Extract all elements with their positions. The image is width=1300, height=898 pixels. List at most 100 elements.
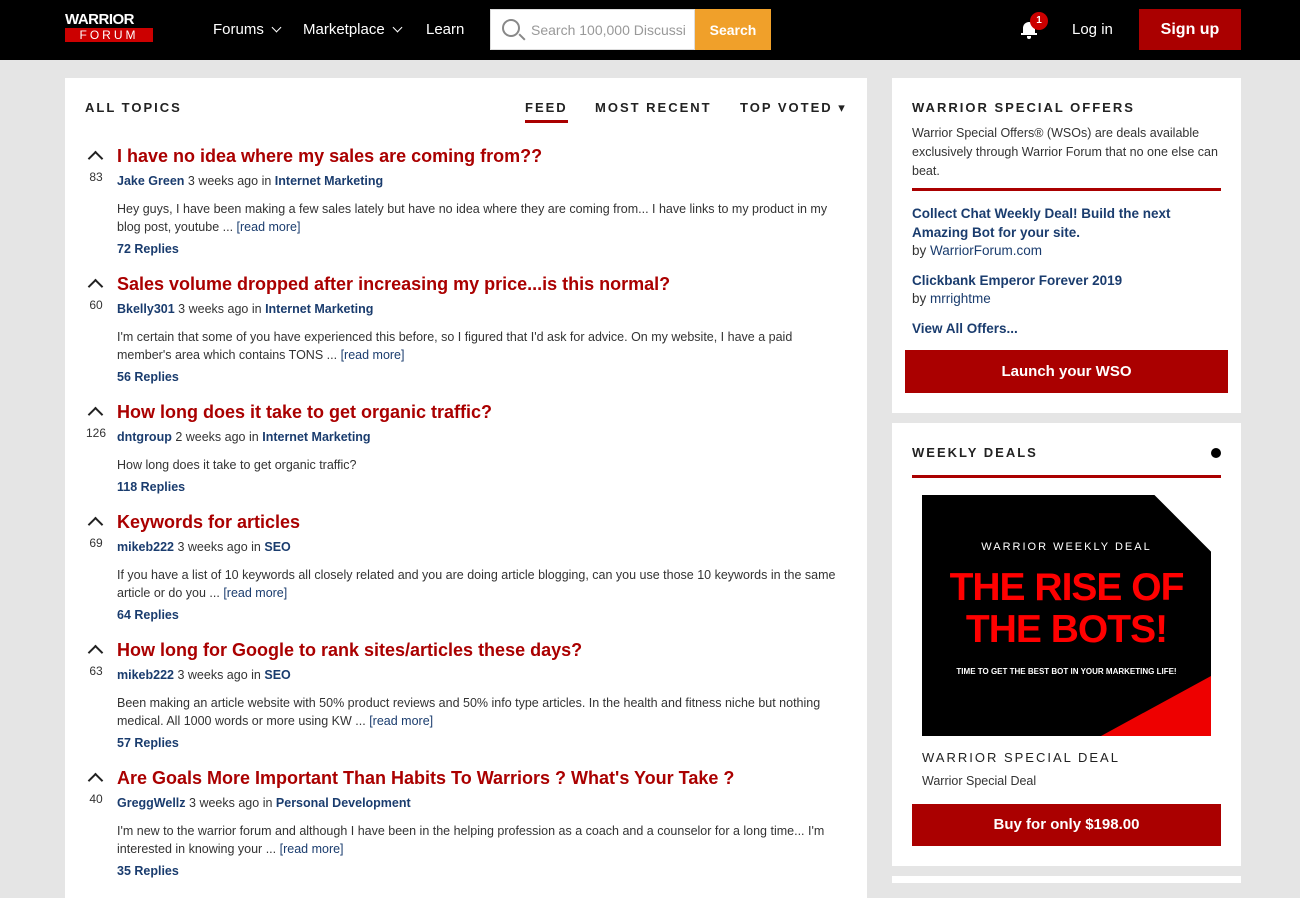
logo-top-text: WARRIOR bbox=[65, 11, 135, 28]
topic-meta: Jake Green 3 weeks ago in Internet Marke… bbox=[117, 174, 383, 188]
upvote-icon[interactable] bbox=[87, 278, 104, 295]
upvote-icon[interactable] bbox=[87, 516, 104, 533]
in-label: in bbox=[251, 668, 261, 682]
topic-title[interactable]: Sales volume dropped after increasing my… bbox=[117, 274, 670, 295]
read-more-link[interactable]: [read more] bbox=[280, 842, 344, 856]
post-time: 3 weeks ago bbox=[177, 540, 248, 554]
in-label: in bbox=[262, 796, 273, 810]
topic-item: 63 How long for Google to rank sites/art… bbox=[65, 640, 867, 768]
carousel-dot-icon[interactable] bbox=[1211, 448, 1221, 458]
category-link[interactable]: Personal Development bbox=[276, 796, 411, 810]
nav-learn[interactable]: Learn bbox=[426, 0, 464, 60]
upvote-icon[interactable] bbox=[87, 772, 104, 789]
signup-button[interactable]: Sign up bbox=[1139, 9, 1241, 50]
deal-name: Warrior Special Deal bbox=[922, 774, 1037, 788]
post-time: 3 weeks ago bbox=[189, 796, 260, 810]
seller-link[interactable]: WarriorForum.com bbox=[930, 243, 1042, 258]
offer-link[interactable]: Clickbank Emperor Forever 2019 bbox=[912, 271, 1212, 290]
topic-title[interactable]: Keywords for articles bbox=[117, 512, 300, 533]
topics-panel: ALL TOPICS FEED MOST RECENT TOP VOTED ▾ … bbox=[65, 78, 867, 898]
upvote-icon[interactable] bbox=[87, 644, 104, 661]
replies-link[interactable]: 72 Replies bbox=[117, 242, 179, 256]
chevron-down-icon bbox=[392, 22, 403, 33]
search-button[interactable]: Search bbox=[695, 9, 771, 50]
category-link[interactable]: SEO bbox=[264, 540, 290, 554]
nav-marketplace[interactable]: Marketplace bbox=[303, 0, 403, 60]
seller-link[interactable]: mrrightme bbox=[930, 291, 991, 306]
topic-meta: Bkelly301 3 weeks ago in Internet Market… bbox=[117, 302, 373, 316]
offer-byline: by WarriorForum.com bbox=[912, 243, 1042, 258]
excerpt-text: How long does it take to get organic tra… bbox=[117, 458, 357, 472]
topic-title[interactable]: How long for Google to rank sites/articl… bbox=[117, 640, 582, 661]
read-more-link[interactable]: [read more] bbox=[223, 586, 287, 600]
replies-link[interactable]: 57 Replies bbox=[117, 736, 179, 750]
author-link[interactable]: GreggWellz bbox=[117, 796, 186, 810]
read-more-link[interactable]: [read more] bbox=[369, 714, 433, 728]
topic-meta: mikeb222 3 weeks ago in SEO bbox=[117, 540, 291, 554]
image-headline: THE RISE OF THE BOTS! bbox=[949, 566, 1185, 651]
view-all-offers-link[interactable]: View All Offers... bbox=[912, 319, 1212, 338]
topic-excerpt: I'm certain that some of you have experi… bbox=[117, 328, 847, 364]
topic-item: 69 Keywords for articles mikeb222 3 week… bbox=[65, 512, 867, 640]
author-link[interactable]: dntgroup bbox=[117, 430, 172, 444]
excerpt-text: I'm new to the warrior forum and althoug… bbox=[117, 824, 825, 856]
post-time: 2 weeks ago bbox=[175, 430, 246, 444]
tab-feed[interactable]: FEED bbox=[525, 100, 568, 123]
top-navbar: WARRIOR FORUM Forums Marketplace Learn S… bbox=[0, 0, 1300, 60]
topic-title[interactable]: How long does it take to get organic tra… bbox=[117, 402, 492, 423]
divider bbox=[912, 475, 1221, 478]
search-icon bbox=[502, 19, 520, 37]
replies-link[interactable]: 118 Replies bbox=[117, 480, 185, 494]
vote-count: 69 bbox=[89, 536, 103, 550]
topic-excerpt: How long does it take to get organic tra… bbox=[117, 456, 847, 474]
search-input[interactable] bbox=[531, 10, 691, 49]
excerpt-text: Hey guys, I have been making a few sales… bbox=[117, 202, 828, 234]
author-link[interactable]: Jake Green bbox=[117, 174, 184, 188]
nav-forums[interactable]: Forums bbox=[213, 0, 282, 60]
offer-link[interactable]: Collect Chat Weekly Deal! Build the next… bbox=[912, 204, 1212, 242]
category-link[interactable]: Internet Marketing bbox=[265, 302, 373, 316]
topic-item: 60 Sales volume dropped after increasing… bbox=[65, 274, 867, 402]
author-link[interactable]: Bkelly301 bbox=[117, 302, 175, 316]
topic-title[interactable]: I have no idea where my sales are coming… bbox=[117, 146, 542, 167]
topic-excerpt: Hey guys, I have been making a few sales… bbox=[117, 200, 847, 236]
buy-deal-button[interactable]: Buy for only $198.00 bbox=[912, 804, 1221, 846]
read-more-link[interactable]: [read more] bbox=[237, 220, 301, 234]
category-link[interactable]: Internet Marketing bbox=[275, 174, 383, 188]
category-link[interactable]: SEO bbox=[264, 668, 290, 682]
topic-meta: mikeb222 3 weeks ago in SEO bbox=[117, 668, 291, 682]
replies-link[interactable]: 35 Replies bbox=[117, 864, 179, 878]
weekly-deal-image[interactable]: WARRIOR WEEKLY DEAL THE RISE OF THE BOTS… bbox=[922, 495, 1211, 736]
tab-top-voted[interactable]: TOP VOTED ▾ bbox=[740, 100, 847, 116]
author-link[interactable]: mikeb222 bbox=[117, 540, 174, 554]
wso-title: WARRIOR SPECIAL OFFERS bbox=[912, 100, 1135, 115]
topic-excerpt: If you have a list of 10 keywords all cl… bbox=[117, 566, 847, 602]
chevron-down-icon bbox=[271, 22, 282, 33]
notification-badge: 1 bbox=[1030, 12, 1048, 30]
topic-item: 126 How long does it take to get organic… bbox=[65, 402, 867, 530]
warrior-forum-logo[interactable]: WARRIOR FORUM bbox=[65, 12, 155, 44]
by-label: by bbox=[912, 243, 927, 258]
vote-count: 63 bbox=[89, 664, 103, 678]
logo-bottom-text: FORUM bbox=[65, 28, 153, 42]
category-link[interactable]: Internet Marketing bbox=[262, 430, 370, 444]
login-link[interactable]: Log in bbox=[1072, 0, 1113, 60]
tab-most-recent[interactable]: MOST RECENT bbox=[595, 100, 712, 115]
nav-learn-label: Learn bbox=[426, 21, 465, 38]
topic-title[interactable]: Are Goals More Important Than Habits To … bbox=[117, 768, 734, 789]
upvote-icon[interactable] bbox=[87, 150, 104, 167]
replies-link[interactable]: 56 Replies bbox=[117, 370, 179, 384]
replies-link[interactable]: 64 Replies bbox=[117, 608, 179, 622]
nav-marketplace-label: Marketplace bbox=[303, 21, 385, 38]
upvote-icon[interactable] bbox=[87, 406, 104, 423]
section-title: ALL TOPICS bbox=[85, 100, 182, 115]
deal-label: WARRIOR SPECIAL DEAL bbox=[922, 750, 1120, 765]
weekly-deals-card: WEEKLY DEALS WARRIOR WEEKLY DEAL THE RIS… bbox=[892, 423, 1241, 866]
wso-card: WARRIOR SPECIAL OFFERS Warrior Special O… bbox=[892, 78, 1241, 413]
weekly-deals-title: WEEKLY DEALS bbox=[912, 445, 1038, 460]
read-more-link[interactable]: [read more] bbox=[341, 348, 405, 362]
author-link[interactable]: mikeb222 bbox=[117, 668, 174, 682]
topic-meta: GreggWellz 3 weeks ago in Personal Devel… bbox=[117, 796, 411, 810]
launch-wso-button[interactable]: Launch your WSO bbox=[905, 350, 1228, 393]
wso-description: Warrior Special Offers® (WSOs) are deals… bbox=[912, 126, 1218, 178]
